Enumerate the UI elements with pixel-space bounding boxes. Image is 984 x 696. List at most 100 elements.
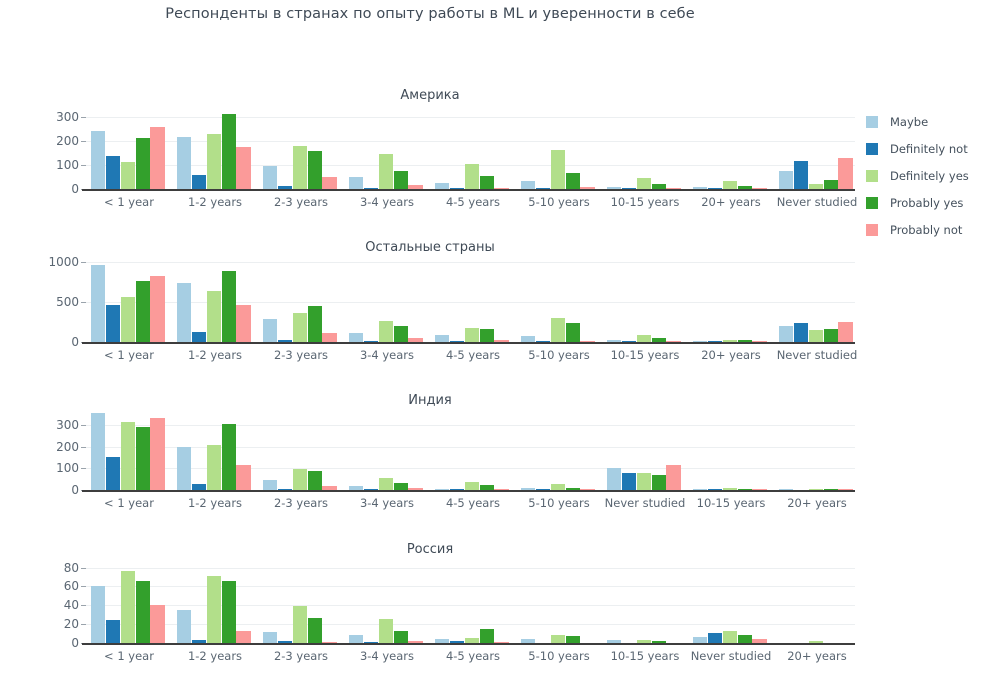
bar[interactable] xyxy=(607,187,622,189)
bar[interactable] xyxy=(823,180,838,189)
bar[interactable] xyxy=(479,628,494,643)
bar[interactable] xyxy=(535,488,551,490)
bar[interactable] xyxy=(206,290,221,342)
bar[interactable] xyxy=(206,576,221,643)
bar[interactable] xyxy=(793,160,809,189)
bar[interactable] xyxy=(378,619,393,643)
bar[interactable] xyxy=(565,487,580,490)
bar[interactable] xyxy=(277,186,293,189)
bar[interactable] xyxy=(565,322,580,342)
bar[interactable] xyxy=(292,145,307,189)
bar[interactable] xyxy=(435,183,450,189)
bar[interactable] xyxy=(550,634,565,643)
bar[interactable] xyxy=(793,323,809,342)
bar[interactable] xyxy=(135,580,150,643)
bar[interactable] xyxy=(363,187,379,189)
bar[interactable] xyxy=(550,483,565,490)
bar[interactable] xyxy=(580,488,595,490)
bar[interactable] xyxy=(636,640,651,643)
bar[interactable] xyxy=(135,427,150,490)
bar[interactable] xyxy=(191,332,207,342)
bar[interactable] xyxy=(236,464,251,490)
bar[interactable] xyxy=(565,172,580,189)
bar[interactable] xyxy=(277,488,293,490)
bar[interactable] xyxy=(91,586,106,643)
bar[interactable] xyxy=(779,326,794,342)
bar[interactable] xyxy=(322,333,337,342)
bar[interactable] xyxy=(494,641,509,643)
bar[interactable] xyxy=(550,150,565,189)
bar[interactable] xyxy=(808,641,823,643)
bar[interactable] xyxy=(838,321,853,342)
bar[interactable] xyxy=(737,340,752,342)
bar[interactable] xyxy=(752,187,767,189)
bar[interactable] xyxy=(349,333,364,342)
bar[interactable] xyxy=(607,340,622,342)
bar[interactable] xyxy=(464,328,479,342)
bar[interactable] xyxy=(464,481,479,490)
legend-item-probably-not[interactable]: Probably not xyxy=(866,216,984,243)
bar[interactable] xyxy=(651,641,666,643)
bar[interactable] xyxy=(408,184,423,189)
bar[interactable] xyxy=(580,340,595,342)
bar[interactable] xyxy=(722,339,737,342)
bar[interactable] xyxy=(221,580,236,643)
bar[interactable] xyxy=(177,283,192,342)
bar[interactable] xyxy=(363,641,379,643)
bar[interactable] xyxy=(823,488,838,490)
legend-item-probably-yes[interactable]: Probably yes xyxy=(866,189,984,216)
bar[interactable] xyxy=(808,184,823,189)
bar[interactable] xyxy=(221,423,236,490)
bar[interactable] xyxy=(236,305,251,342)
bar[interactable] xyxy=(521,181,536,189)
bar[interactable] xyxy=(737,488,752,490)
bar[interactable] xyxy=(292,606,307,643)
bar[interactable] xyxy=(191,484,207,490)
bar[interactable] xyxy=(737,186,752,189)
bar[interactable] xyxy=(307,151,322,189)
bar[interactable] xyxy=(263,319,278,342)
bar[interactable] xyxy=(221,113,236,189)
bar[interactable] xyxy=(177,447,192,490)
bar[interactable] xyxy=(277,641,293,643)
bar[interactable] xyxy=(693,186,708,189)
bar[interactable] xyxy=(236,630,251,643)
bar[interactable] xyxy=(521,488,536,490)
bar[interactable] xyxy=(707,632,723,643)
bar[interactable] xyxy=(651,338,666,342)
bar[interactable] xyxy=(636,335,651,342)
bar[interactable] xyxy=(535,187,551,189)
bar[interactable] xyxy=(550,318,565,342)
bar[interactable] xyxy=(191,640,207,643)
bar[interactable] xyxy=(666,187,681,189)
bar[interactable] xyxy=(722,630,737,643)
bar[interactable] xyxy=(693,488,708,490)
bar[interactable] xyxy=(621,340,637,342)
bar[interactable] xyxy=(91,264,106,342)
bar[interactable] xyxy=(408,641,423,643)
bar[interactable] xyxy=(307,470,322,490)
bar[interactable] xyxy=(707,187,723,189)
bar[interactable] xyxy=(150,127,165,189)
bar[interactable] xyxy=(607,468,622,490)
bar[interactable] xyxy=(621,187,637,189)
bar[interactable] xyxy=(393,171,408,189)
bar[interactable] xyxy=(408,337,423,342)
bar[interactable] xyxy=(105,304,121,342)
bar[interactable] xyxy=(277,340,293,342)
bar[interactable] xyxy=(393,630,408,643)
bar[interactable] xyxy=(322,485,337,490)
bar[interactable] xyxy=(479,176,494,189)
bar[interactable] xyxy=(435,639,450,643)
bar[interactable] xyxy=(292,469,307,490)
bar[interactable] xyxy=(263,480,278,490)
bar[interactable] xyxy=(707,340,723,342)
bar[interactable] xyxy=(408,488,423,490)
legend-item-definitely-yes[interactable]: Definitely yes xyxy=(866,162,984,189)
bar[interactable] xyxy=(292,312,307,342)
bar[interactable] xyxy=(693,340,708,342)
bar[interactable] xyxy=(722,180,737,189)
bar[interactable] xyxy=(206,134,221,189)
bar[interactable] xyxy=(105,457,121,490)
bar[interactable] xyxy=(808,488,823,490)
